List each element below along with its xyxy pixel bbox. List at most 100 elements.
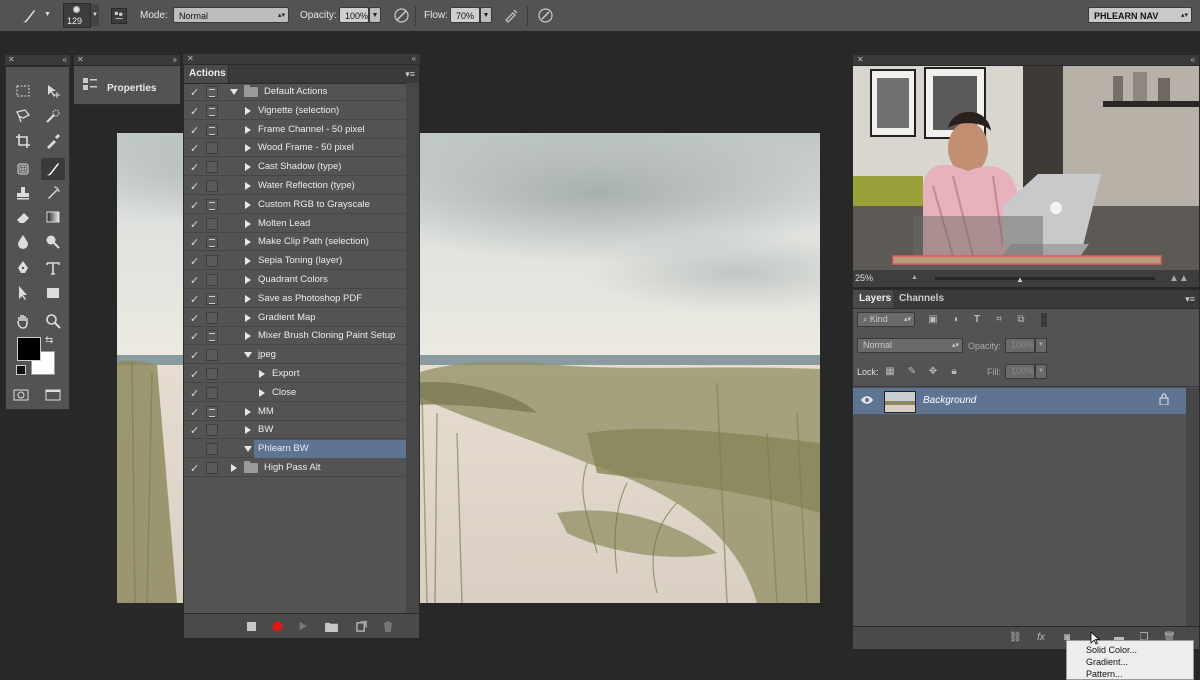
- toggle-checkmark-icon[interactable]: ✓: [190, 387, 199, 400]
- zoom-tool[interactable]: [41, 310, 65, 332]
- disclosure-closed-icon[interactable]: [245, 407, 251, 416]
- dialog-toggle-icon[interactable]: [206, 198, 218, 211]
- action-row[interactable]: ✓ Vignette (selection): [184, 102, 406, 120]
- marquee-tool[interactable]: [11, 80, 35, 102]
- panel-menu-icon[interactable]: ▾≡: [405, 69, 415, 80]
- close-icon[interactable]: ✕: [857, 55, 864, 65]
- swap-colors-icon[interactable]: ⇆: [45, 335, 53, 346]
- hand-tool[interactable]: [11, 310, 35, 332]
- foreground-color-swatch[interactable]: [17, 337, 41, 361]
- action-set-row[interactable]: ✓ High Pass Alt: [184, 459, 406, 477]
- disclosure-open-icon[interactable]: [230, 89, 238, 95]
- zoom-slider[interactable]: [935, 277, 1155, 280]
- quick-mask-button[interactable]: [9, 384, 33, 406]
- filter-smart-object-icon[interactable]: ⧉: [1015, 314, 1027, 326]
- disclosure-closed-icon[interactable]: [245, 144, 251, 153]
- opacity-input[interactable]: 100%: [339, 7, 369, 23]
- toggle-checkmark-icon[interactable]: ✓: [190, 330, 199, 343]
- dialog-toggle-icon[interactable]: [206, 161, 218, 174]
- toggle-checkmark-icon[interactable]: ✓: [190, 368, 199, 381]
- path-select-tool[interactable]: [11, 282, 35, 304]
- disclosure-closed-icon[interactable]: [245, 332, 251, 341]
- disclosure-closed-icon[interactable]: [245, 200, 251, 209]
- toggle-checkmark-icon[interactable]: ✓: [190, 274, 199, 287]
- move-tool[interactable]: [41, 80, 65, 102]
- brush-picker-arrow-icon[interactable]: ▼: [91, 4, 99, 26]
- toggle-checkmark-icon[interactable]: ✓: [190, 349, 199, 362]
- dialog-toggle-icon[interactable]: [206, 217, 218, 230]
- fill-input[interactable]: 100%: [1005, 364, 1035, 379]
- dialog-toggle-icon[interactable]: [206, 274, 218, 286]
- filter-toggle-icon[interactable]: [1041, 313, 1047, 327]
- close-icon[interactable]: ✕: [8, 55, 15, 65]
- tab-actions[interactable]: Actions: [184, 65, 229, 83]
- collapse-icon[interactable]: «: [1191, 55, 1195, 65]
- disclosure-closed-icon[interactable]: [245, 219, 251, 228]
- disclosure-closed-icon[interactable]: [245, 426, 251, 435]
- pen-tool[interactable]: [11, 257, 35, 279]
- action-set-row[interactable]: ✓ Default Actions: [184, 83, 406, 101]
- pressure-size-icon[interactable]: [537, 7, 554, 24]
- filter-shape-icon[interactable]: ⌗: [993, 314, 1005, 326]
- collapse-icon[interactable]: «: [412, 54, 416, 64]
- disclosure-closed-icon[interactable]: [245, 182, 251, 190]
- clone-stamp-tool[interactable]: [11, 182, 35, 204]
- dialog-toggle-icon[interactable]: [206, 462, 218, 474]
- new-action-button[interactable]: [354, 620, 368, 632]
- properties-panel-header[interactable]: ✕ »: [74, 55, 180, 65]
- toggle-checkmark-icon[interactable]: ✓: [190, 124, 199, 137]
- video-panel-header[interactable]: ✕ «: [853, 55, 1199, 65]
- brush-tool-icon[interactable]: [20, 7, 38, 25]
- brush-tool[interactable]: [41, 158, 65, 180]
- lock-position-icon[interactable]: ✥: [927, 366, 939, 378]
- toggle-checkmark-icon[interactable]: ✓: [190, 161, 199, 174]
- collapse-icon[interactable]: «: [63, 55, 67, 65]
- blur-tool[interactable]: [11, 231, 35, 253]
- eyedropper-tool[interactable]: [41, 130, 65, 152]
- dialog-toggle-icon[interactable]: [206, 405, 218, 418]
- collapse-icon[interactable]: »: [173, 55, 177, 65]
- toggle-checkmark-icon[interactable]: ✓: [190, 312, 199, 325]
- link-layers-icon[interactable]: ⛓︎: [1009, 632, 1022, 644]
- panel-menu-icon[interactable]: ▾≡: [1185, 294, 1195, 305]
- dialog-toggle-icon[interactable]: [206, 386, 218, 399]
- lock-all-icon[interactable]: 🔒︎: [948, 366, 960, 378]
- toggle-checkmark-icon[interactable]: ✓: [190, 218, 199, 231]
- disclosure-closed-icon[interactable]: [245, 313, 251, 322]
- new-set-button[interactable]: [324, 620, 338, 632]
- stop-button[interactable]: [244, 620, 258, 632]
- airbrush-icon[interactable]: [503, 7, 520, 24]
- actions-scrollbar[interactable]: [406, 83, 419, 613]
- tab-channels[interactable]: Channels: [893, 290, 950, 308]
- play-button[interactable]: [296, 620, 310, 632]
- toggle-checkmark-icon[interactable]: ✓: [190, 86, 199, 99]
- actions-panel-header[interactable]: ✕ «: [183, 54, 420, 64]
- dialog-toggle-icon[interactable]: [206, 311, 218, 324]
- toggle-checkmark-icon[interactable]: ✓: [190, 180, 199, 193]
- disclosure-closed-icon[interactable]: [245, 163, 251, 172]
- toggle-checkmark-icon[interactable]: ✓: [190, 293, 199, 306]
- filter-pixel-icon[interactable]: ▣: [927, 314, 939, 326]
- opacity-dropdown-icon[interactable]: ▼: [369, 7, 381, 23]
- zoom-in-icon[interactable]: ▲▲: [1169, 273, 1189, 284]
- dialog-toggle-icon[interactable]: [206, 443, 218, 456]
- toggle-checkmark-icon[interactable]: ✓: [190, 142, 199, 155]
- quick-select-tool[interactable]: [41, 105, 65, 127]
- dialog-toggle-icon[interactable]: [206, 349, 218, 362]
- action-step-row[interactable]: ✓ Export: [184, 365, 406, 383]
- flow-dropdown-icon[interactable]: ▼: [480, 7, 492, 23]
- filter-type-icon[interactable]: T: [971, 314, 983, 326]
- disclosure-closed-icon[interactable]: [245, 257, 251, 266]
- zoom-out-icon[interactable]: ▲: [911, 274, 918, 281]
- menu-item-gradient[interactable]: Gradient...: [1086, 657, 1128, 667]
- menu-item-pattern[interactable]: Pattern...: [1086, 669, 1123, 679]
- crop-tool[interactable]: [11, 130, 35, 152]
- visibility-eye-icon[interactable]: [860, 395, 874, 405]
- close-icon[interactable]: ✕: [187, 54, 194, 64]
- action-step-row[interactable]: ✓ Close: [184, 384, 406, 402]
- dialog-toggle-icon[interactable]: [206, 292, 218, 305]
- layer-filter-select[interactable]: ⌕ Kind ▴▾: [857, 312, 915, 327]
- disclosure-closed-icon[interactable]: [245, 294, 251, 303]
- dialog-toggle-icon[interactable]: [206, 142, 218, 155]
- type-tool[interactable]: [41, 257, 65, 279]
